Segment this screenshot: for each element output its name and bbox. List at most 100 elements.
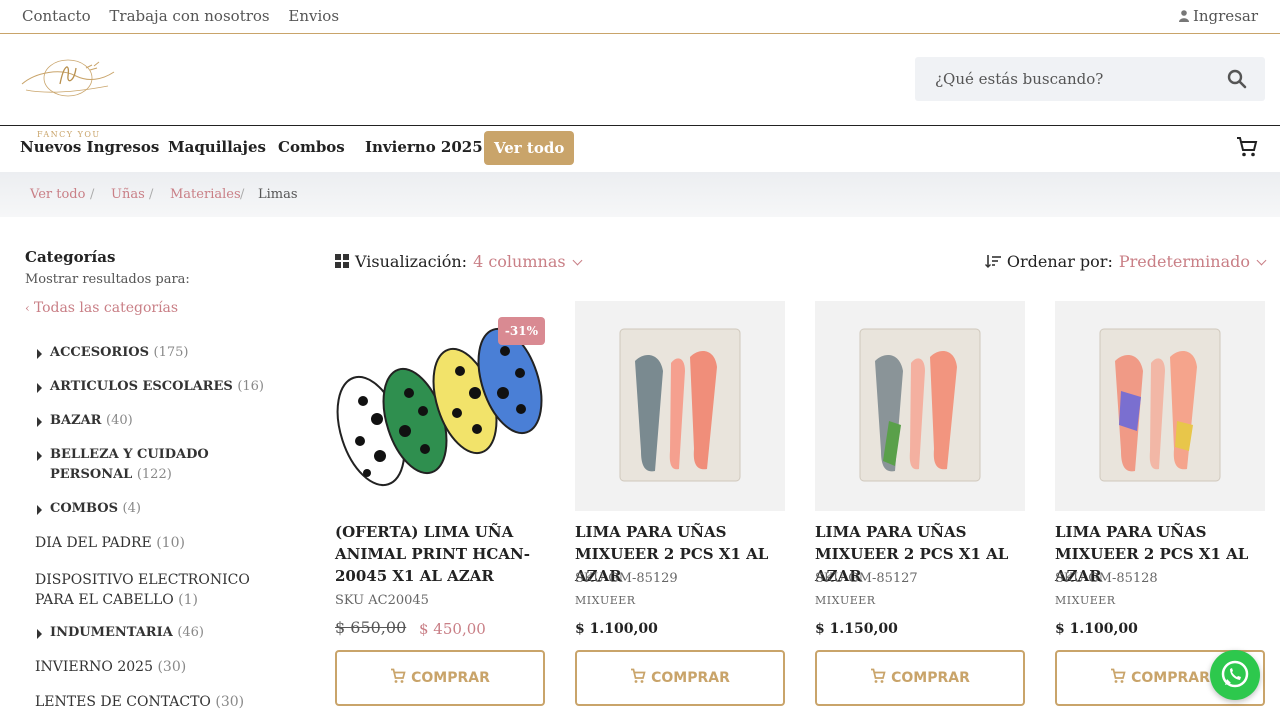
brand-logo[interactable]	[16, 54, 120, 110]
product-card: LIMA PARA UÑAS MIXUEER 2 PCS X1 AL AZAR …	[575, 301, 785, 706]
category-count: (46)	[177, 625, 204, 640]
category-name: DISPOSITIVO ELECTRONICO PARA EL CABELLO	[35, 572, 250, 608]
buy-label: COMPRAR	[891, 670, 970, 686]
category-articulos-escolares[interactable]: ARTICULOS ESCOLARES (16)	[37, 379, 287, 397]
breadcrumb-ver-todo[interactable]: Ver todo	[30, 187, 85, 202]
category-invierno[interactable]: INVIERNO 2025 (30)	[35, 659, 285, 675]
breadcrumb-unas[interactable]: Uñas	[111, 187, 145, 202]
category-dia-del-padre[interactable]: DIA DEL PADRE (10)	[35, 535, 285, 551]
sidebar-subtitle: Mostrar resultados para:	[25, 272, 190, 287]
product-brand: MIXUEER	[815, 594, 876, 607]
product-price: $ 1.150,00	[815, 621, 898, 637]
category-name: ACCESORIOS	[50, 345, 149, 360]
view-selector[interactable]: Visualización: 4 columnas	[335, 252, 583, 271]
caret-right-icon	[37, 451, 42, 461]
header: FANCY YOU	[0, 34, 1280, 139]
category-name: BAZAR	[50, 413, 102, 428]
main-nav: Nuevos Ingresos Maquillajes Combos Invie…	[0, 126, 1280, 172]
cart-icon	[631, 668, 646, 683]
search-input[interactable]	[915, 57, 1215, 101]
sort-selector[interactable]: Ordenar por: Predeterminado	[984, 252, 1267, 271]
jobs-link[interactable]: Trabaja con nosotros	[109, 7, 269, 25]
sidebar-title: Categorías	[25, 248, 116, 266]
product-photo	[619, 328, 741, 482]
nav-item-invierno[interactable]: Invierno 2025	[365, 138, 483, 156]
nav-ver-todo-button[interactable]: Ver todo	[484, 131, 575, 165]
cart-icon[interactable]	[1236, 136, 1258, 158]
search-icon[interactable]	[1227, 69, 1247, 89]
category-name: DIA DEL PADRE	[35, 535, 152, 551]
breadcrumb: Ver todo / Uñas / Materiales / Limas	[0, 172, 1280, 217]
breadcrumb-materiales[interactable]: Materiales	[170, 187, 241, 202]
product-brand: MIXUEER	[575, 594, 636, 607]
category-name: COMBOS	[50, 501, 119, 516]
sort-icon	[984, 255, 1001, 268]
caret-right-icon	[37, 629, 42, 639]
product-image[interactable]	[1055, 301, 1265, 511]
buy-label: COMPRAR	[1131, 670, 1210, 686]
product-sku: SKU GM-85127	[815, 571, 918, 586]
category-count: (1)	[178, 592, 199, 608]
view-label: Visualización:	[355, 252, 468, 271]
buy-button[interactable]: COMPRAR	[335, 650, 545, 706]
buy-label: COMPRAR	[411, 670, 490, 686]
login-label: Ingresar	[1192, 7, 1258, 25]
buy-button[interactable]: COMPRAR	[575, 650, 785, 706]
contact-link[interactable]: Contacto	[22, 7, 91, 25]
buy-button[interactable]: COMPRAR	[815, 650, 1025, 706]
category-name: LENTES DE CONTACTO	[35, 694, 211, 710]
product-sku: SKU AC20045	[335, 593, 429, 608]
top-bar: Contacto Trabaja con nosotros Envios Ing…	[0, 0, 1280, 34]
product-image[interactable]	[815, 301, 1025, 511]
cart-icon	[1111, 668, 1126, 683]
category-combos[interactable]: COMBOS (4)	[37, 501, 287, 519]
product-card: LIMA PARA UÑAS MIXUEER 2 PCS X1 AL AZAR …	[815, 301, 1025, 706]
breadcrumb-limas: Limas	[258, 187, 298, 202]
breadcrumb-separator: /	[240, 187, 245, 202]
top-links: Contacto Trabaja con nosotros Envios	[22, 7, 353, 25]
category-indumentaria[interactable]: INDUMENTARIA (46)	[37, 625, 287, 643]
category-accesorios[interactable]: ACCESORIOS (175)	[37, 345, 287, 363]
caret-right-icon	[37, 349, 42, 359]
search-bar	[915, 57, 1265, 101]
product-sku: SKU GM-85128	[1055, 571, 1158, 586]
product-brand: MIXUEER	[1055, 594, 1116, 607]
category-count: (16)	[237, 379, 264, 394]
chevron-down-icon	[572, 255, 583, 266]
category-dispositivo[interactable]: DISPOSITIVO ELECTRONICO PARA EL CABELLO …	[35, 570, 285, 610]
all-categories-label: Todas las categorías	[33, 300, 179, 316]
product-price: $ 1.100,00	[575, 621, 658, 637]
old-price: $ 650,00	[335, 618, 407, 637]
nav-item-combos[interactable]: Combos	[278, 138, 345, 156]
product-card: LIMA PARA UÑAS MIXUEER 2 PCS X1 AL AZAR …	[1055, 301, 1265, 706]
nav-item-nuevos[interactable]: Nuevos Ingresos	[20, 138, 159, 156]
product-photo	[1099, 328, 1221, 482]
caret-right-icon	[37, 383, 42, 393]
category-name: INDUMENTARIA	[50, 625, 173, 640]
category-lentes[interactable]: LENTES DE CONTACTO (30)	[35, 694, 285, 710]
grid-icon	[335, 254, 349, 268]
product-sku: SKU GM-85129	[575, 571, 678, 586]
category-bazar[interactable]: BAZAR (40)	[37, 413, 287, 431]
all-categories-link[interactable]: ‹ Todas las categorías	[25, 300, 295, 316]
product-image[interactable]	[575, 301, 785, 511]
whatsapp-icon	[1221, 660, 1249, 688]
chevron-down-icon	[1256, 255, 1267, 266]
breadcrumb-separator: /	[90, 187, 95, 202]
whatsapp-button[interactable]	[1210, 650, 1260, 700]
category-count: (175)	[153, 345, 189, 360]
category-belleza[interactable]: BELLEZA Y CUIDADO PERSONAL (122)	[37, 447, 287, 485]
shipping-link[interactable]: Envios	[288, 7, 339, 25]
category-name: ARTICULOS ESCOLARES	[50, 379, 233, 394]
category-count: (4)	[122, 501, 141, 516]
login-link[interactable]: Ingresar	[1178, 7, 1258, 25]
category-count: (10)	[156, 535, 185, 551]
nav-item-maquillajes[interactable]: Maquillajes	[168, 138, 266, 156]
breadcrumb-separator: /	[149, 187, 154, 202]
product-name[interactable]: (OFERTA) LIMA UÑA ANIMAL PRINT HCAN-2004…	[335, 521, 545, 587]
category-count: (30)	[157, 659, 187, 675]
category-name: INVIERNO 2025	[35, 659, 153, 675]
product-image[interactable]: -31%	[335, 301, 545, 511]
listing-toolbar: Visualización: 4 columnas Ordenar por: Pre…	[335, 252, 1267, 278]
cart-icon	[871, 668, 886, 683]
